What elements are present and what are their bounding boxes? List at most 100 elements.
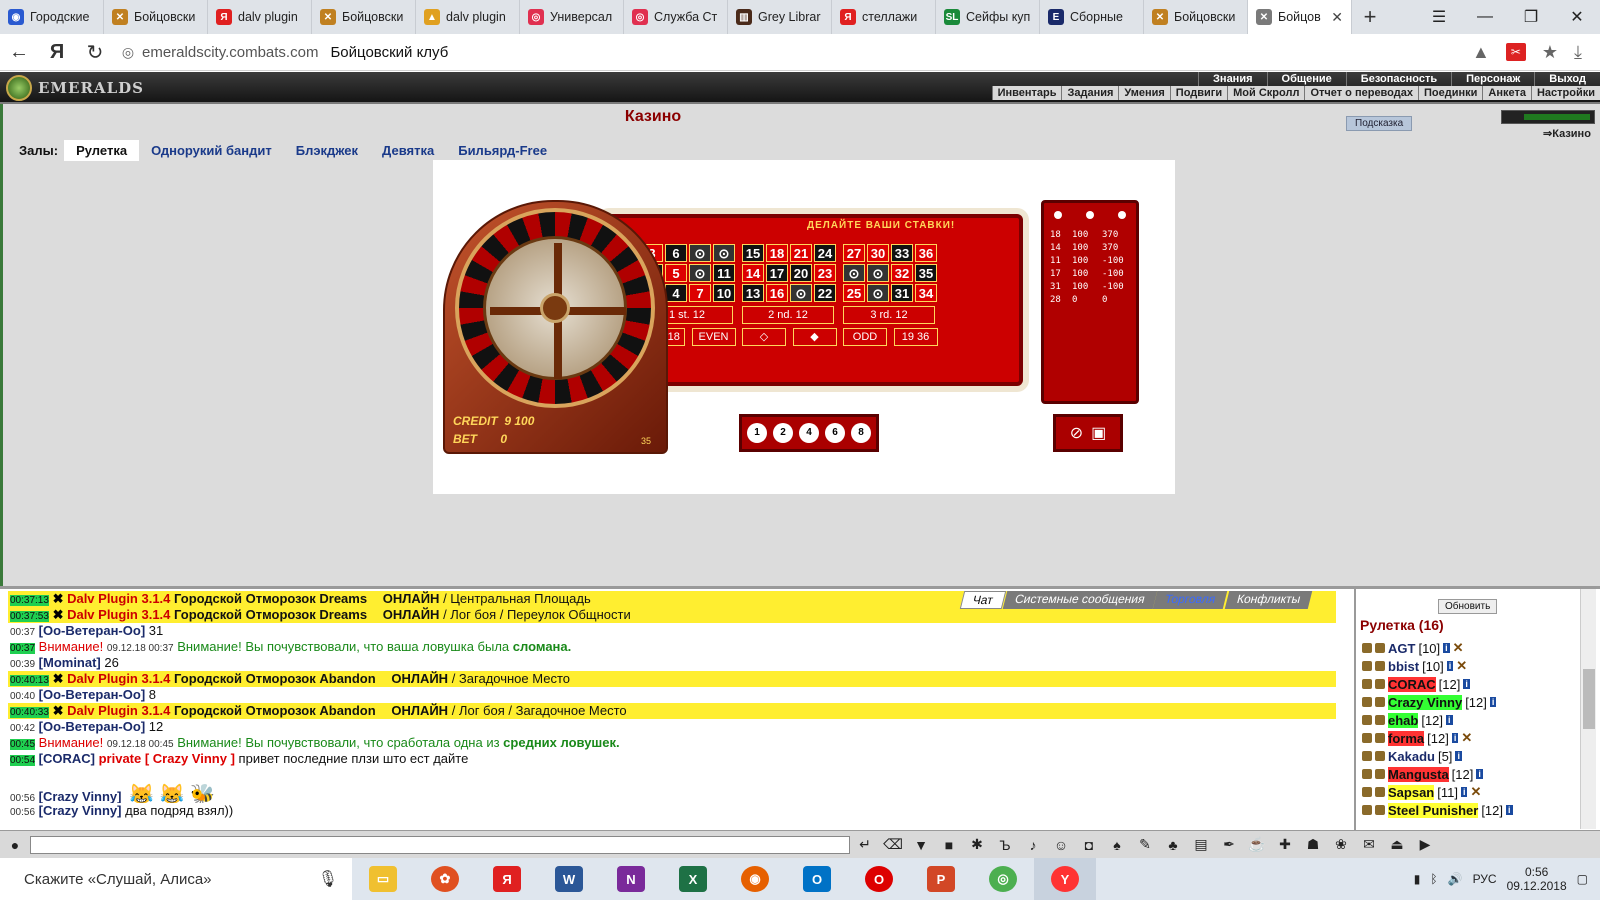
taskbar-app-opera[interactable]: O	[848, 858, 910, 900]
info-icon[interactable]: i	[1489, 697, 1497, 707]
url-text[interactable]: emeraldscity.combats.com	[142, 44, 318, 61]
chip-button[interactable]: 4	[799, 423, 819, 443]
number-cell[interactable]: 34	[915, 284, 937, 302]
chat-timestamp[interactable]: 00:56	[10, 807, 35, 818]
chat-user[interactable]: [Crazy Vinny]	[39, 803, 122, 818]
browser-tab[interactable]: ▥ Grey Librar	[728, 0, 832, 34]
close-tab-icon[interactable]: ✕	[1331, 9, 1343, 26]
info-icon[interactable]: i	[1446, 715, 1453, 725]
browser-tab[interactable]: ▲ dalv plugin	[416, 0, 520, 34]
minimize-icon[interactable]: —	[1462, 8, 1508, 26]
player-name[interactable]: Mangusta	[1388, 766, 1449, 782]
chat-timestamp[interactable]: 00:37	[10, 643, 36, 654]
taskbar-app-onenote[interactable]: N	[600, 858, 662, 900]
number-cell[interactable]: ⊙	[867, 284, 889, 302]
group-icon[interactable]: ☗	[1300, 834, 1326, 856]
browser-tab[interactable]: Яdalv plugin	[208, 0, 312, 34]
browser-tab[interactable]: SL Сейфы куп	[936, 0, 1040, 34]
download-icon[interactable]: ⤓	[1574, 42, 1582, 63]
number-cell[interactable]: 21	[790, 244, 812, 262]
chat-timestamp[interactable]: 00:56	[10, 793, 35, 803]
browser-tab[interactable]: ◎ Универсал	[520, 0, 624, 34]
roster-player[interactable]: Steel Punisher [12] i	[1362, 801, 1576, 819]
chat-user[interactable]: [Оо-Ветеран-Оо]	[39, 623, 146, 638]
spin-icon[interactable]: ▣	[1091, 423, 1106, 443]
roster-player[interactable]: CORAC [12] i	[1362, 675, 1576, 693]
browser-tab[interactable]: Ястеллажи	[832, 0, 936, 34]
close-window-icon[interactable]: ✕	[1554, 7, 1600, 27]
dozen-bet[interactable]: 3 rd. 12	[843, 306, 935, 324]
number-cell[interactable]: 5	[665, 264, 687, 282]
scroll-icon[interactable]: ✎	[1132, 834, 1158, 856]
chat-timestamp[interactable]: 00:42	[10, 723, 35, 734]
chat-timestamp[interactable]: 00:37:13	[10, 595, 49, 606]
roster-scrollbar[interactable]	[1580, 589, 1596, 829]
yandex-logo-icon[interactable]: Я	[38, 41, 76, 64]
hall-tab[interactable]: Блэкджек	[284, 140, 370, 161]
extension-icon[interactable]: ✂	[1505, 43, 1526, 61]
dozen-bet[interactable]: 2 nd. 12	[742, 306, 834, 324]
sound-icon[interactable]: ♪	[1020, 834, 1046, 856]
chat-timestamp[interactable]: 00:37	[10, 627, 35, 638]
roster-player[interactable]: bbist [10] i ✕	[1362, 657, 1576, 675]
outside-bet[interactable]: EVEN	[691, 328, 736, 346]
potion-icon[interactable]: ♣	[1160, 834, 1186, 856]
number-cell[interactable]: 17	[766, 264, 788, 282]
bookmark-star-icon[interactable]: ★	[1542, 42, 1558, 63]
info-icon[interactable]: i	[1460, 787, 1468, 797]
player-name[interactable]: Kakadu	[1388, 749, 1435, 764]
number-cell[interactable]: 22	[814, 284, 836, 302]
save-icon[interactable]: ■	[936, 834, 962, 856]
hall-tab[interactable]: Рулетка	[64, 140, 140, 161]
number-cell[interactable]: ⊙	[689, 244, 711, 262]
player-name[interactable]: Steel Punisher	[1388, 802, 1479, 818]
new-tab-icon[interactable]: +	[1352, 0, 1388, 34]
hint-button[interactable]: Подсказка	[1346, 116, 1413, 131]
number-cell[interactable]: 4	[665, 284, 687, 302]
info-icon[interactable]: i	[1446, 661, 1454, 671]
sub-menu-item[interactable]: Умения	[1118, 86, 1169, 100]
info-icon[interactable]: i	[1463, 679, 1470, 689]
helmet-icon[interactable]: ◘	[1076, 834, 1102, 856]
outside-bet[interactable]: ◆	[792, 328, 837, 346]
info-icon[interactable]: i	[1506, 805, 1513, 815]
quill-icon[interactable]: ✒	[1216, 834, 1242, 856]
chest-icon[interactable]: ▤	[1188, 834, 1214, 856]
number-cell[interactable]: 7	[689, 284, 711, 302]
message-icon[interactable]: ✉	[1356, 834, 1382, 856]
player-name[interactable]: AGT	[1388, 641, 1415, 656]
eraser-icon[interactable]: ⌫	[880, 834, 906, 856]
chat-user[interactable]: [Mominat]	[39, 655, 101, 670]
chat-timestamp[interactable]: 00:40:33	[10, 707, 49, 718]
voice-search-box[interactable]: Скажите «Слушай, Алиса» 🎙	[0, 858, 352, 900]
hall-tab[interactable]: Бильярд-Free	[446, 140, 559, 161]
top-menu-item[interactable]: Безопасность	[1345, 72, 1451, 86]
language-indicator[interactable]: РУС	[1473, 872, 1497, 886]
number-cell[interactable]: 20	[790, 264, 812, 282]
chat-timestamp[interactable]: 00:39	[10, 659, 35, 670]
notifications-icon[interactable]: ▢	[1577, 872, 1588, 886]
number-cell[interactable]: 14	[742, 264, 764, 282]
roster-player[interactable]: ehab [12] i	[1362, 711, 1576, 729]
number-cell[interactable]: 18	[766, 244, 788, 262]
info-icon[interactable]: i	[1455, 751, 1462, 761]
chat-input[interactable]	[30, 835, 850, 854]
taskbar-app-word[interactable]: W	[538, 858, 600, 900]
translit-icon[interactable]: Ъ	[992, 834, 1018, 856]
info-icon[interactable]: i	[1476, 769, 1483, 779]
bluetooth-icon[interactable]: ᛒ	[1430, 872, 1437, 886]
site-info-icon[interactable]: ◎	[114, 44, 142, 61]
sub-menu-item[interactable]: Отчет о переводах	[1304, 86, 1418, 100]
taskbar-app-powerpoint[interactable]: P	[910, 858, 972, 900]
volume-icon[interactable]: 🔊	[1448, 872, 1463, 886]
top-menu-item[interactable]: Персонаж	[1451, 72, 1534, 86]
roulette-wheel[interactable]	[455, 208, 655, 408]
casino-link[interactable]: ⇒Казино	[1543, 127, 1591, 140]
player-name[interactable]: CORAC	[1388, 676, 1436, 692]
sub-menu-item[interactable]: Мой Скролл	[1227, 86, 1304, 100]
refresh-button[interactable]: Обновить	[1438, 599, 1498, 614]
number-cell[interactable]: 30	[867, 244, 889, 262]
roster-player[interactable]: Mangusta [12] i	[1362, 765, 1576, 783]
chat-timestamp[interactable]: 00:40:13	[10, 675, 49, 686]
browser-tab[interactable]: ◎ Служба Ст	[624, 0, 728, 34]
